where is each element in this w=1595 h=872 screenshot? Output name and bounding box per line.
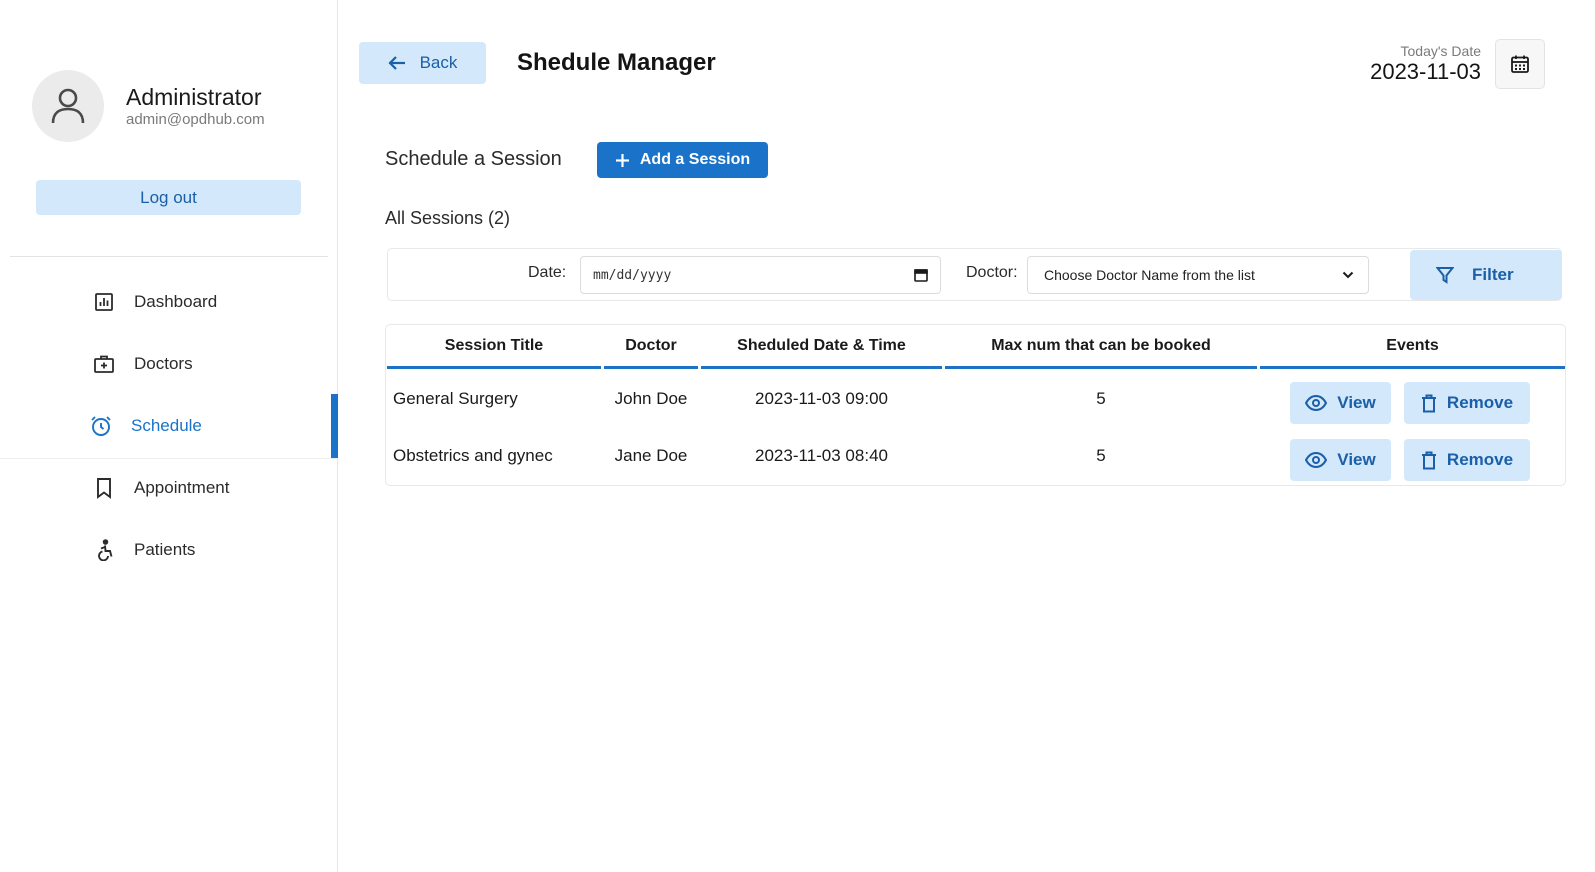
profile-email: admin@opdhub.com <box>126 111 265 128</box>
bookmark-icon <box>92 476 116 500</box>
doctor-select[interactable]: Choose Doctor Name from the list <box>1027 256 1369 294</box>
sidebar-item-doctors[interactable]: Doctors <box>0 332 338 396</box>
date-filter-label: Date: <box>528 264 567 281</box>
logout-button[interactable]: Log out <box>36 180 301 215</box>
column-header-events: Events <box>1260 325 1565 369</box>
column-header-max: Max num that can be booked <box>945 325 1257 369</box>
view-button[interactable]: View <box>1290 439 1391 481</box>
user-icon <box>51 88 85 124</box>
sessions-table: Session Title Doctor Sheduled Date & Tim… <box>385 324 1566 486</box>
calendar-button[interactable] <box>1495 39 1545 89</box>
sidebar-item-dashboard[interactable]: Dashboard <box>0 270 338 334</box>
sidebar-item-appointment[interactable]: Appointment <box>0 456 338 520</box>
remove-button[interactable]: Remove <box>1404 439 1530 481</box>
sidebar-item-schedule[interactable]: Schedule <box>0 394 338 459</box>
doctor-filter-label: Doctor: <box>966 264 1018 281</box>
cell-datetime: 2023-11-03 08:40 <box>755 446 888 465</box>
accessible-icon <box>92 538 116 562</box>
remove-label: Remove <box>1446 393 1514 412</box>
trash-icon <box>1421 451 1436 469</box>
eye-icon <box>1305 452 1328 468</box>
active-indicator <box>331 394 338 458</box>
profile-card: Administrator admin@opdhub.com <box>32 70 332 142</box>
todays-date-label: Today's Date <box>1400 43 1482 59</box>
cell-datetime: 2023-11-03 09:00 <box>755 389 888 408</box>
eye-icon <box>1305 395 1328 411</box>
profile-name: Administrator <box>126 84 262 110</box>
cell-max: 5 <box>1096 389 1106 408</box>
cell-max: 5 <box>1096 446 1106 465</box>
todays-date: Today's Date 2023-11-03 <box>1370 43 1481 85</box>
funnel-icon <box>1436 267 1454 284</box>
cell-doctor: John Doe <box>614 389 688 408</box>
column-header-datetime: Sheduled Date & Time <box>701 325 942 369</box>
date-input[interactable]: mm/dd/yyyy <box>580 256 941 294</box>
chevron-down-icon <box>1342 271 1354 279</box>
add-session-label: Add a Session <box>639 151 751 168</box>
sidebar: Administrator admin@opdhub.com Log out D… <box>0 0 338 872</box>
view-label: View <box>1337 450 1376 469</box>
all-sessions-count: All Sessions (2) <box>385 208 511 228</box>
add-session-button[interactable]: Add a Session <box>597 142 768 178</box>
arrow-left-icon <box>388 56 405 70</box>
doctor-select-value: Choose Doctor Name from the list <box>1044 267 1255 283</box>
cell-session-title: Obstetrics and gynec <box>393 446 553 465</box>
sidebar-item-label: Doctors <box>134 354 193 373</box>
date-placeholder: mm/dd/yyyy <box>593 267 672 283</box>
back-label: Back <box>419 53 458 72</box>
sidebar-item-label: Appointment <box>134 478 230 497</box>
remove-label: Remove <box>1446 450 1514 469</box>
remove-button[interactable]: Remove <box>1404 382 1530 424</box>
sidebar-item-label: Dashboard <box>134 292 218 311</box>
todays-date-value: 2023-11-03 <box>1370 59 1481 84</box>
dashboard-icon <box>92 290 116 314</box>
back-button[interactable]: Back <box>359 42 486 84</box>
calendar-picker-icon[interactable] <box>914 268 928 282</box>
sidebar-item-label: Schedule <box>131 416 202 435</box>
filter-bar: Date: mm/dd/yyyy Doctor: Choose Doctor N… <box>387 248 1562 301</box>
calendar-icon <box>1511 55 1529 73</box>
trash-icon <box>1421 394 1436 412</box>
sidebar-item-patients[interactable]: Patients <box>0 518 338 582</box>
view-label: View <box>1337 393 1376 412</box>
filter-label: Filter <box>1472 265 1514 284</box>
doctors-icon <box>92 352 116 376</box>
view-button[interactable]: View <box>1290 382 1391 424</box>
cell-session-title: General Surgery <box>393 389 518 408</box>
sidebar-divider <box>10 256 328 257</box>
cell-doctor: Jane Doe <box>614 446 688 465</box>
column-header-doctor: Doctor <box>604 325 698 369</box>
filter-button[interactable]: Filter <box>1410 250 1562 300</box>
avatar <box>32 70 104 142</box>
schedule-session-label: Schedule a Session <box>385 148 562 170</box>
alarm-clock-icon <box>89 414 113 438</box>
column-header-session-title: Session Title <box>387 325 601 369</box>
page-title: Shedule Manager <box>517 49 716 76</box>
sidebar-item-label: Patients <box>134 540 196 559</box>
plus-icon <box>615 153 629 167</box>
